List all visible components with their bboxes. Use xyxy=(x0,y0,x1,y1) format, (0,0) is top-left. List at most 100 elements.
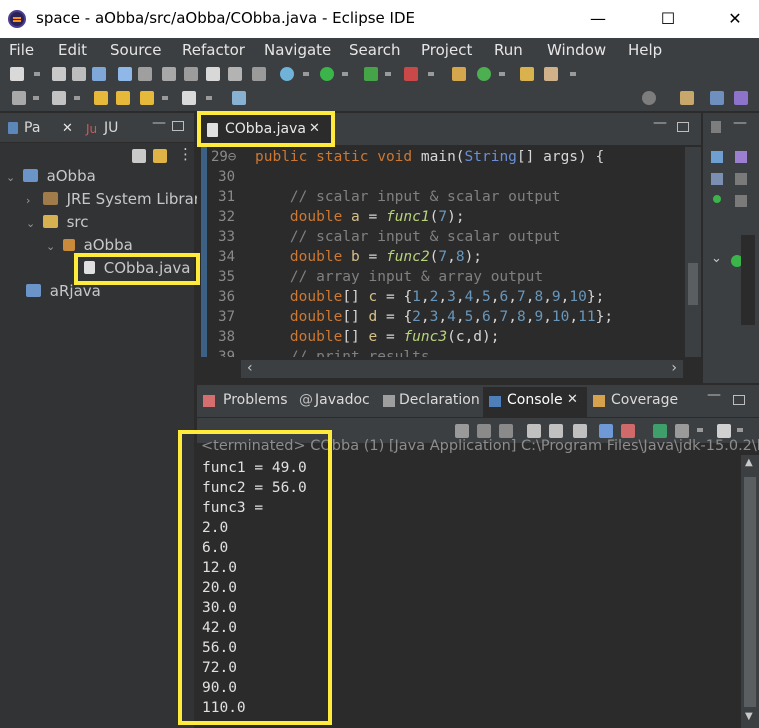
scroll-lock-icon[interactable] xyxy=(549,424,563,438)
hide-static-icon[interactable] xyxy=(735,173,747,185)
tab-coverage[interactable]: Coverage xyxy=(611,392,678,408)
chevron-down-icon[interactable] xyxy=(428,72,434,76)
maximize-button[interactable]: ☐ xyxy=(645,0,691,38)
tab-junit[interactable]: JU xyxy=(104,120,118,136)
close-icon[interactable]: ✕ xyxy=(309,121,320,136)
java-perspective-icon[interactable] xyxy=(710,91,724,105)
chevron-down-icon[interactable]: ⌄ xyxy=(6,171,18,184)
remove-launch-icon[interactable] xyxy=(477,424,491,438)
chevron-down-icon[interactable]: ⌄ xyxy=(46,240,58,253)
debug-perspective-icon[interactable] xyxy=(734,91,748,105)
tab-declaration[interactable]: Declaration xyxy=(399,392,480,408)
chevron-down-icon[interactable]: ⌄ xyxy=(26,217,38,230)
debug-view-icon[interactable] xyxy=(162,67,176,81)
tab-package-explorer[interactable]: Pa xyxy=(24,120,40,136)
paragraph-icon[interactable] xyxy=(252,67,266,81)
console-vertical-scrollbar[interactable]: ▲ ▼ xyxy=(741,455,759,728)
minimize-view-icon[interactable]: — xyxy=(152,115,166,131)
tree-item-package-aobba[interactable]: ⌄ aObba xyxy=(46,236,133,258)
menu-navigate[interactable]: Navigate xyxy=(264,41,331,59)
scroll-down-icon[interactable]: ▼ xyxy=(745,711,753,722)
scroll-thumb[interactable] xyxy=(744,477,756,707)
print-icon[interactable] xyxy=(92,67,106,81)
chevron-down-icon[interactable] xyxy=(33,96,39,100)
toggle-icon[interactable] xyxy=(118,67,132,81)
word-wrap-icon[interactable] xyxy=(573,424,587,438)
list-icon[interactable] xyxy=(228,67,242,81)
collapse-all-icon[interactable] xyxy=(132,149,146,163)
filter-icon[interactable] xyxy=(138,67,152,81)
scroll-thumb[interactable] xyxy=(688,263,698,305)
view-menu-icon[interactable]: ⋮ xyxy=(178,145,193,163)
back-arrow-icon[interactable] xyxy=(140,91,154,105)
editor-horizontal-scrollbar[interactable]: ‹ › xyxy=(241,360,683,378)
minimize-view-icon[interactable]: — xyxy=(733,115,747,131)
new-java-project-icon[interactable] xyxy=(452,67,466,81)
pin-console-icon[interactable] xyxy=(653,424,667,438)
maximize-view-icon[interactable] xyxy=(677,122,689,132)
show-stdout-icon[interactable] xyxy=(599,424,613,438)
menu-project[interactable]: Project xyxy=(421,41,472,59)
debug-icon[interactable] xyxy=(280,67,294,81)
tree-item-jre[interactable]: › JRE System Library xyxy=(26,190,209,212)
chevron-down-icon[interactable] xyxy=(206,96,212,100)
open-perspective-icon[interactable] xyxy=(680,91,694,105)
search-icon[interactable] xyxy=(544,67,558,81)
external-tools-icon[interactable] xyxy=(404,67,418,81)
maximize-view-icon[interactable] xyxy=(172,121,184,131)
scroll-left-icon[interactable]: ‹ xyxy=(247,360,253,376)
menu-file[interactable]: File xyxy=(9,41,34,59)
code-area[interactable]: 29⊖ 30 31 32 33 34 35 36 37 38 39 public… xyxy=(197,147,683,357)
outline-scrollbar[interactable] xyxy=(741,235,755,325)
save-icon[interactable] xyxy=(52,67,66,81)
tab-console-active[interactable]: Console ✕ xyxy=(483,387,587,417)
chevron-down-icon[interactable] xyxy=(162,96,168,100)
chevron-down-icon[interactable]: ⌄ xyxy=(711,251,722,266)
link-editor-icon[interactable] xyxy=(153,149,167,163)
tab-javadoc[interactable]: Javadoc xyxy=(315,392,370,408)
coverage-icon[interactable] xyxy=(364,67,378,81)
display-console-icon[interactable] xyxy=(675,424,689,438)
minimize-view-icon[interactable]: — xyxy=(707,387,721,403)
chevron-down-icon[interactable] xyxy=(74,96,80,100)
console-output[interactable]: func1 = 49.0 func2 = 56.0 func3 = 2.0 6.0 12… xyxy=(202,458,732,718)
hide-fields-icon[interactable] xyxy=(711,173,723,185)
minimize-view-icon[interactable]: — xyxy=(653,115,667,131)
open-type-icon[interactable] xyxy=(520,67,534,81)
edit-icon[interactable] xyxy=(184,67,198,81)
hide-local-icon[interactable] xyxy=(735,195,747,207)
tree-item-project-arjava[interactable]: aRjava xyxy=(26,282,101,304)
new-icon[interactable] xyxy=(10,67,24,81)
tab-cobba-java[interactable]: CObba.java ✕ xyxy=(199,115,331,145)
chevron-down-icon[interactable] xyxy=(303,72,309,76)
minimize-button[interactable]: — xyxy=(575,0,621,38)
close-icon[interactable]: ✕ xyxy=(62,121,73,136)
mark-icon[interactable] xyxy=(206,67,220,81)
terminate-icon[interactable] xyxy=(455,424,469,438)
hierarchy-icon[interactable] xyxy=(711,151,723,163)
tree-item-cobba-java[interactable]: CObba.java xyxy=(84,259,191,281)
tab-problems[interactable]: Problems xyxy=(223,392,288,408)
chevron-down-icon[interactable] xyxy=(342,72,348,76)
tree-item-project-aobba[interactable]: ⌄ aObba xyxy=(6,167,96,189)
menu-window[interactable]: Window xyxy=(547,41,606,59)
maximize-view-icon[interactable] xyxy=(733,395,745,405)
menu-search[interactable]: Search xyxy=(349,41,401,59)
menu-edit[interactable]: Edit xyxy=(58,41,87,59)
forward-arrow-icon[interactable] xyxy=(182,91,196,105)
scroll-right-icon[interactable]: › xyxy=(671,360,677,376)
menu-source[interactable]: Source xyxy=(110,41,162,59)
chevron-right-icon[interactable]: › xyxy=(26,194,38,207)
chevron-down-icon[interactable] xyxy=(385,72,391,76)
chevron-down-icon[interactable] xyxy=(34,72,40,76)
save-all-icon[interactable] xyxy=(72,67,86,81)
open-console-icon[interactable] xyxy=(717,424,731,438)
remove-all-icon[interactable] xyxy=(499,424,513,438)
az-sort-icon[interactable] xyxy=(735,151,747,163)
close-icon[interactable]: ✕ xyxy=(567,392,578,407)
menu-refactor[interactable]: Refactor xyxy=(182,41,245,59)
menu-run[interactable]: Run xyxy=(494,41,523,59)
chevron-down-icon[interactable] xyxy=(570,72,576,76)
next-edit-icon[interactable] xyxy=(116,91,130,105)
chevron-down-icon[interactable] xyxy=(697,428,703,432)
